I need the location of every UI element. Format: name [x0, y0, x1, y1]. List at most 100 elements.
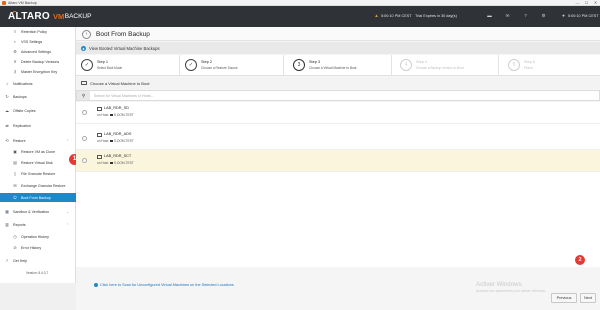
- step-number: 4: [400, 59, 412, 71]
- sidebar-item-delete-backup-versions[interactable]: ✕ Delete Backup Versions: [0, 57, 76, 66]
- header-right-time: 5:00:10 PM CEST: [568, 14, 599, 18]
- sidebar-item-retention-policy[interactable]: ≡ Retention Policy: [0, 27, 76, 36]
- sidebar-item-error-history[interactable]: ⊘ Error History: [0, 243, 76, 252]
- step-title: Step 1: [97, 60, 108, 64]
- sidebar-item-operation-history[interactable]: ◷ Operation History: [0, 232, 76, 241]
- sidebar-item-replication[interactable]: ⇄ Replication: [0, 121, 76, 130]
- sidebar-item-master-encryption-key[interactable]: ⚷ Master Encryption Key: [0, 67, 76, 76]
- chevron-up-icon: ⌃: [66, 138, 69, 143]
- error-icon: ⊘: [13, 245, 17, 250]
- sidebar-item-restore-vm-as-clone[interactable]: ▣ Restore VM as Clone: [0, 147, 76, 156]
- vm-icon: [97, 155, 102, 159]
- vm-name: LAB_RDR_SCT: [104, 154, 132, 158]
- sidebar-item-offsite-copies[interactable]: ☁ Offsite Copies: [0, 106, 76, 115]
- view-booted-label: View Booted Virtual Machine Backups: [89, 45, 160, 51]
- file-icon: ▯: [13, 171, 17, 176]
- page-header: ‹ Boot From Backup: [76, 27, 600, 41]
- step-desc: Choose a Backup Version to Boot: [416, 66, 464, 70]
- refresh-icon: [94, 283, 98, 287]
- monitor-icon: [81, 80, 87, 85]
- vm-radio[interactable]: [82, 135, 87, 141]
- search-icon[interactable]: ⚲: [77, 91, 90, 100]
- gear-icon: ⚙: [13, 49, 17, 54]
- choose-vm-header: Choose a Virtual Machine to Boot: [76, 77, 600, 89]
- server-time: 5:00:10 PM CEST: [381, 14, 412, 18]
- step-desc: Select Boot Mode: [97, 66, 123, 70]
- exchange-icon: ✉: [13, 183, 17, 188]
- vm-radio[interactable]: [82, 157, 87, 163]
- sidebar-item-boot-from-backup[interactable]: ⏻ Boot From Backup: [0, 193, 76, 202]
- host-icon: [109, 113, 113, 117]
- view-booted-bar[interactable]: ● View Booted Virtual Machine Backups: [76, 42, 600, 54]
- user-icon[interactable]: ●: [561, 13, 566, 18]
- logo-vm: VM: [52, 12, 65, 21]
- sidebar-item-get-help[interactable]: ? Get Help: [0, 256, 76, 265]
- step-1: ✓ Step 1 Select Boot Mode: [76, 55, 180, 76]
- vm-row-selected[interactable]: LAB_RDR_SCT on Host: S-DOM-TEST: [76, 150, 600, 172]
- next-button[interactable]: Next: [580, 293, 596, 303]
- vm-host: on Host: S-DOM-TEST: [97, 113, 134, 117]
- vm-search: ⚲ Search for Virtual Machines or Hosts..…: [76, 90, 600, 101]
- settings-icon: ▪: [14, 39, 16, 44]
- sidebar-item-reports[interactable]: ▥ Reports ⌃: [0, 220, 76, 229]
- chat-icon[interactable]: ▬: [487, 13, 492, 18]
- check-icon: ✓: [185, 59, 197, 71]
- step-title: Step 3: [309, 60, 320, 64]
- step-2: ✓ Step 2 Choose a Restore Source: [180, 55, 284, 76]
- alert-icon[interactable]: ▲: [374, 13, 379, 18]
- rescan-link[interactable]: Click here to Scan for Unconfigured Virt…: [94, 283, 234, 287]
- annotation-badge-2: 2: [575, 255, 585, 265]
- vm-row[interactable]: LAB_RDR_ADS on Host: S-DOM-TEST: [76, 128, 600, 150]
- eye-icon: ●: [81, 45, 86, 51]
- version-label: Version: 8.4.0.7: [26, 271, 49, 275]
- back-button[interactable]: ‹: [82, 29, 91, 39]
- sidebar-item-backups[interactable]: ↻ Backups: [0, 92, 76, 101]
- step-number: 3: [293, 59, 305, 71]
- gear-icon[interactable]: ⚙: [541, 13, 546, 18]
- sidebar: ≡ Retention Policy ▪ VSS Settings ⚙ Advance…: [0, 27, 76, 283]
- help-icon: ?: [5, 258, 9, 263]
- sidebar-item-restore-virtual-disk[interactable]: ▤ Restore Virtual Disk: [0, 158, 76, 167]
- altaro-logo: ALTARO VM BACKUP: [8, 11, 91, 22]
- sandbox-icon: ▦: [5, 209, 9, 214]
- app-icon: [2, 1, 6, 5]
- help-icon[interactable]: ?: [523, 13, 528, 18]
- reports-icon: ▥: [5, 222, 9, 227]
- search-input[interactable]: Search for Virtual Machines or Hosts...: [94, 94, 154, 98]
- sidebar-item-exchange-granular-restore[interactable]: ✉ Exchange Granular Restore: [0, 181, 76, 190]
- vm-radio[interactable]: [82, 109, 87, 115]
- vm-host: on Host: S-DOM-TEST: [97, 139, 134, 143]
- mail-icon[interactable]: ✉: [505, 13, 510, 18]
- disk-icon: ▤: [13, 160, 17, 165]
- vm-name: LAB_RDR_ADS: [104, 132, 132, 136]
- vm-icon: [97, 107, 102, 111]
- chevron-down-icon: ⌄: [66, 209, 69, 214]
- host-icon: [109, 161, 113, 165]
- vm-row[interactable]: LAB_RDR_SD on Host: S-DOM-TEST: [76, 102, 600, 124]
- sidebar-item-notifications[interactable]: ♪ Notifications: [0, 79, 76, 88]
- sidebar-item-restore[interactable]: ⟲ Restore ⌃: [0, 136, 76, 145]
- step-desc: Choose a Restore Source: [201, 66, 238, 70]
- step-desc: Choose a Virtual Machine to Boot: [309, 66, 357, 70]
- step-4: 4 Step 4 Choose a Backup Version to Boot: [395, 55, 499, 76]
- step-title: Step 2: [201, 60, 212, 64]
- vm-name: LAB_RDR_SD: [104, 106, 129, 110]
- step-number: 5: [508, 59, 520, 71]
- sidebar-item-file-granular-restore[interactable]: ▯ File Granular Restore: [0, 169, 76, 178]
- check-icon: ✓: [81, 59, 93, 71]
- trash-icon: ✕: [13, 59, 17, 64]
- clone-icon: ▣: [13, 149, 17, 154]
- vm-icon: [97, 133, 102, 137]
- sidebar-item-advanced-settings[interactable]: ⚙ Advanced Settings: [0, 47, 76, 56]
- sidebar-item-sandbox-verification[interactable]: ▦ Sandbox & Verification ⌄: [0, 207, 76, 216]
- main-panel: ‹ Boot From Backup ● View Booted Virtual…: [76, 27, 600, 310]
- policy-icon: ≡: [13, 29, 17, 34]
- restore-icon: ⟲: [5, 138, 9, 143]
- logo-sub: BACKUP: [64, 13, 92, 20]
- previous-button[interactable]: Previous: [551, 293, 577, 303]
- replication-icon: ⇄: [5, 123, 9, 128]
- sidebar-item-vss-settings[interactable]: ▪ VSS Settings: [0, 37, 76, 46]
- vm-list: LAB_RDR_SD on Host: S-DOM-TEST LAB_RDR_AD…: [76, 102, 600, 267]
- trial-text: Trial Expires in 30 day(s): [415, 14, 457, 18]
- step-title: Step 5: [524, 60, 535, 64]
